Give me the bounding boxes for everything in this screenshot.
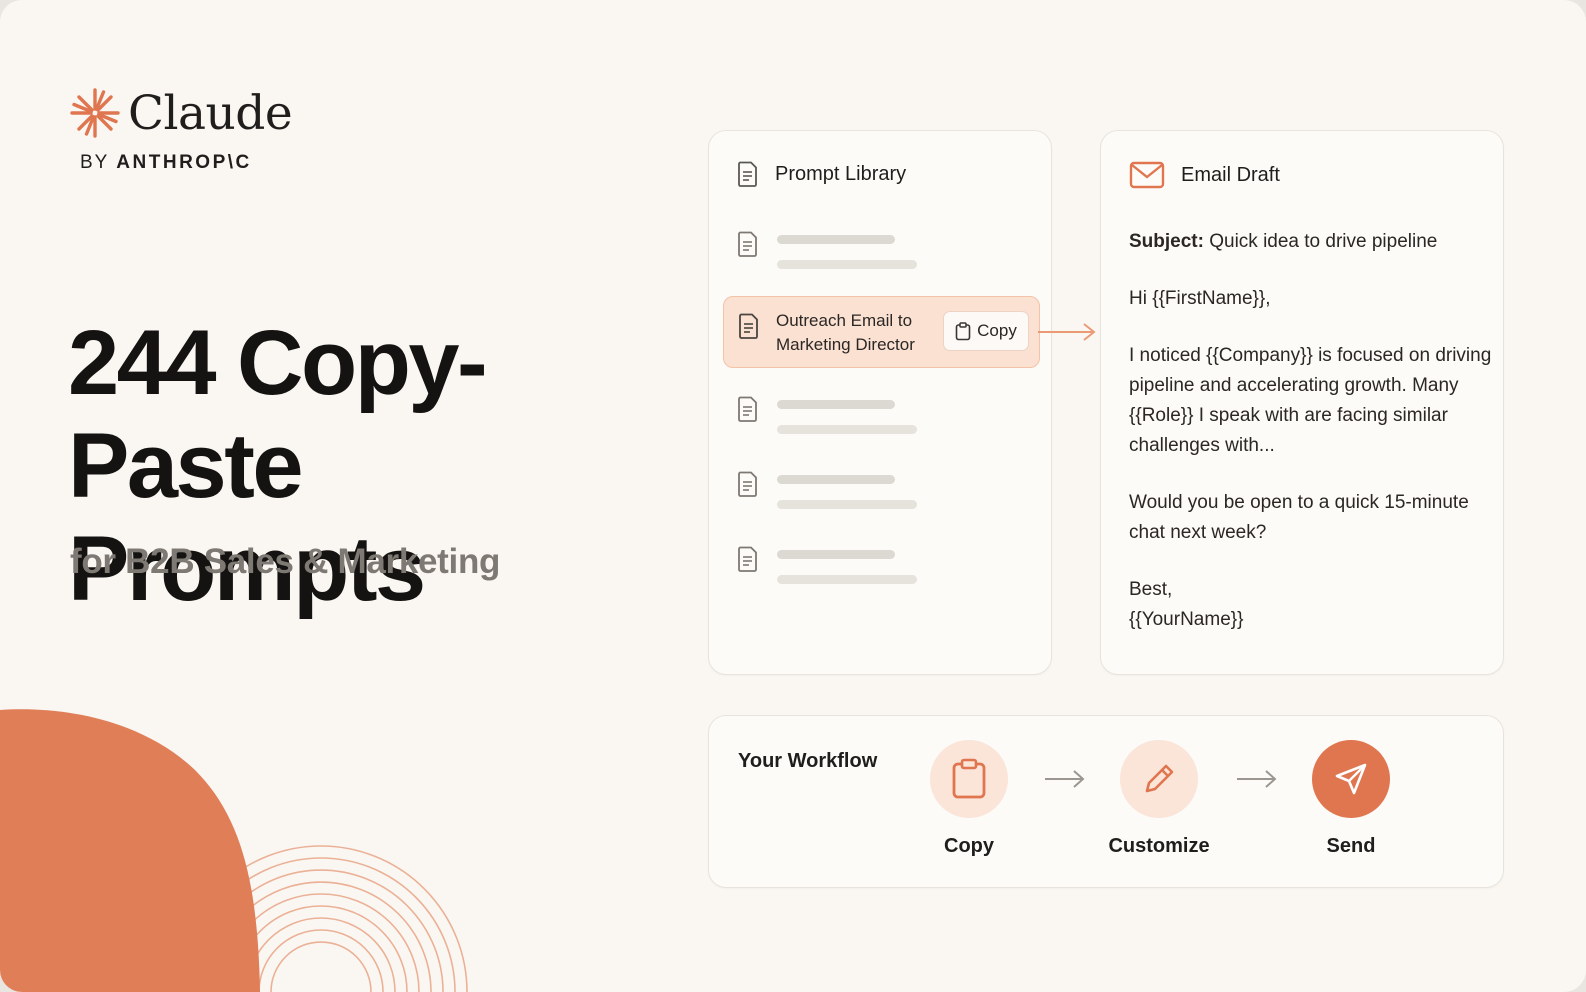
workflow-step-copy: Copy — [889, 740, 1049, 858]
email-draft-header: Email Draft — [1129, 161, 1280, 189]
envelope-icon — [1129, 161, 1165, 189]
document-icon — [738, 231, 757, 257]
email-signoff: Best, {{YourName}} — [1129, 579, 1244, 630]
list-item[interactable] — [737, 471, 917, 509]
list-item[interactable] — [737, 546, 917, 584]
document-icon — [738, 546, 757, 572]
prompt-library-card: Prompt Library Outreach Email to Marketi… — [708, 130, 1052, 675]
placeholder-lines — [777, 471, 917, 509]
workflow-step-customize: Customize — [1079, 740, 1239, 858]
placeholder-lines — [777, 546, 917, 584]
workflow-title: Your Workflow — [738, 750, 878, 772]
workflow-step-send: Send — [1271, 740, 1431, 858]
placeholder-lines — [777, 396, 917, 434]
brand-byline: BY ANTHROP\C — [80, 152, 252, 173]
copy-button[interactable]: Copy — [943, 311, 1029, 351]
brand-logo: Claude BY ANTHROP\C — [70, 85, 293, 174]
email-draft-title: Email Draft — [1181, 163, 1280, 186]
pencil-icon — [1145, 764, 1174, 793]
email-paragraph: Would you be open to a quick 15-minute c… — [1129, 492, 1469, 543]
email-paragraph: I noticed {{Company}} is focused on driv… — [1129, 345, 1492, 456]
claude-spark-icon — [70, 88, 120, 138]
list-item[interactable] — [737, 231, 917, 269]
document-icon — [739, 313, 758, 339]
email-subject: Subject: Quick idea to drive pipeline — [1129, 231, 1438, 252]
promo-canvas: Claude BY ANTHROP\C 244 Copy-Paste Promp… — [0, 0, 1586, 992]
prompt-library-title: Prompt Library — [775, 162, 907, 185]
decorative-arcs — [0, 709, 468, 992]
hero-subtitle: for B2B Sales & Marketing — [70, 542, 501, 581]
brand-name: Claude — [128, 85, 293, 141]
clipboard-icon — [952, 758, 986, 799]
document-icon — [738, 161, 757, 187]
document-icon — [738, 471, 757, 497]
email-draft-card: Email Draft Subject: Quick idea to drive… — [1100, 130, 1504, 675]
email-greeting: Hi {{FirstName}}, — [1129, 288, 1271, 309]
paper-plane-icon — [1335, 763, 1367, 795]
list-item[interactable] — [737, 396, 917, 434]
placeholder-lines — [777, 231, 917, 269]
selected-prompt-label: Outreach Email to Marketing Director — [776, 311, 915, 354]
workflow-card: Your Workflow Copy Customize Send — [708, 715, 1504, 888]
prompt-library-header: Prompt Library — [737, 161, 906, 187]
document-icon — [738, 396, 757, 422]
email-body: Subject: Quick idea to drive pipeline Hi… — [1129, 227, 1499, 635]
selected-prompt-item[interactable]: Outreach Email to Marketing Director Cop… — [723, 296, 1040, 368]
connector-arrow-icon — [1038, 323, 1096, 341]
clipboard-icon — [955, 321, 971, 340]
decorative-blob — [0, 709, 260, 992]
